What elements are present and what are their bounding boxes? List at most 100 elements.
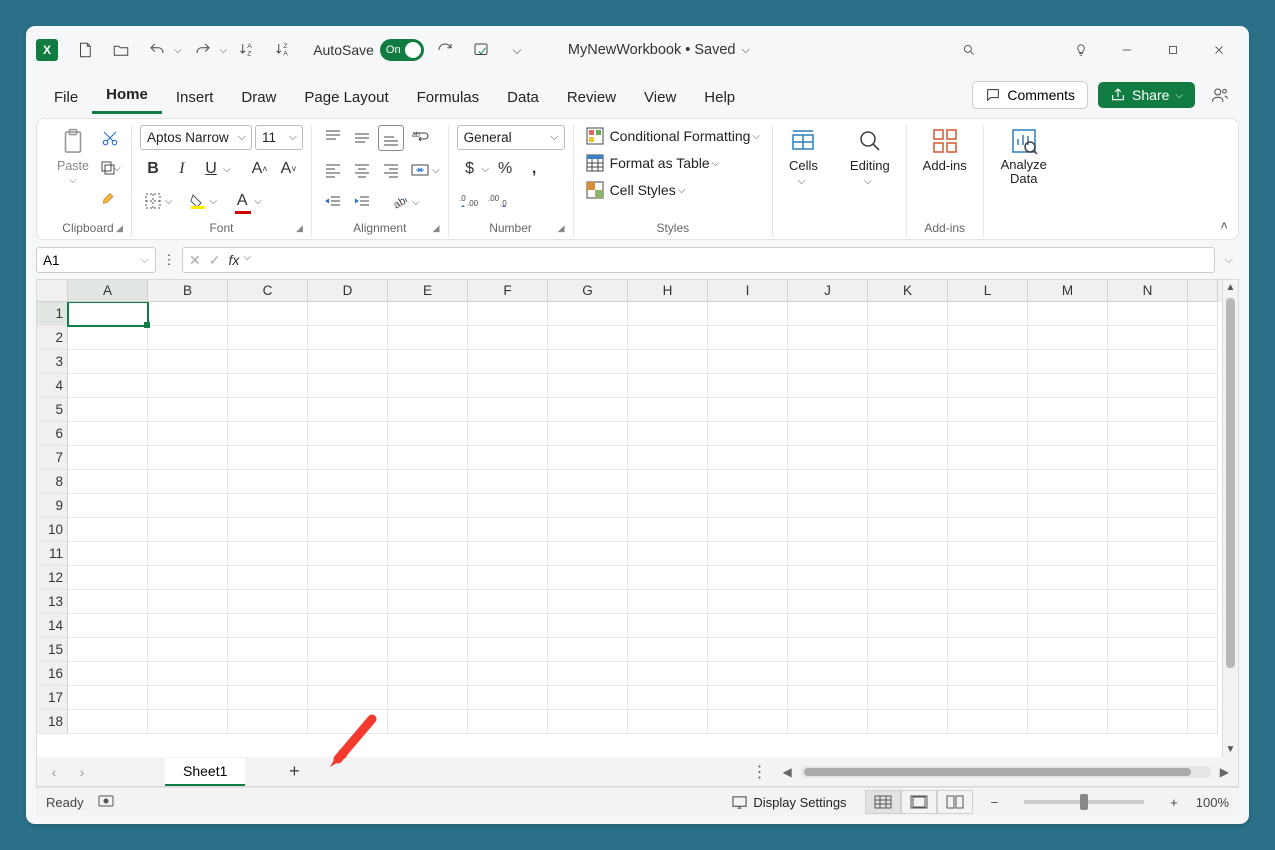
cell[interactable]	[148, 566, 228, 590]
cell[interactable]	[228, 614, 308, 638]
cell[interactable]	[548, 566, 628, 590]
cell[interactable]	[1028, 470, 1108, 494]
cell[interactable]	[308, 686, 388, 710]
cell[interactable]	[308, 614, 388, 638]
sheet-prev-icon[interactable]: ‹	[43, 764, 65, 780]
decrease-indent-icon[interactable]	[320, 189, 346, 215]
cell[interactable]	[548, 350, 628, 374]
cell[interactable]	[228, 662, 308, 686]
formula-input[interactable]: ✕ ✓ fx ⌵	[182, 247, 1215, 273]
cell[interactable]	[148, 326, 228, 350]
cell[interactable]	[148, 374, 228, 398]
cell[interactable]	[788, 422, 868, 446]
cell[interactable]	[788, 542, 868, 566]
font-color-icon[interactable]: A	[229, 188, 255, 214]
cell[interactable]	[308, 638, 388, 662]
align-bottom-icon[interactable]	[378, 125, 404, 151]
borders-icon[interactable]	[140, 188, 166, 214]
scrollbar-thumb[interactable]	[804, 768, 1191, 776]
cell[interactable]	[308, 566, 388, 590]
cell[interactable]	[868, 542, 948, 566]
cell[interactable]	[1188, 374, 1218, 398]
column-header[interactable]: G	[548, 280, 628, 302]
cell[interactable]	[468, 350, 548, 374]
cell[interactable]	[708, 542, 788, 566]
cell[interactable]	[308, 470, 388, 494]
cell[interactable]	[628, 326, 708, 350]
row-header[interactable]: 1	[37, 302, 68, 326]
cell[interactable]	[1028, 590, 1108, 614]
cell[interactable]	[148, 614, 228, 638]
cell[interactable]	[948, 470, 1028, 494]
column-header[interactable]: H	[628, 280, 708, 302]
tab-view[interactable]: View	[630, 81, 690, 114]
share-button[interactable]: Share ⌵	[1098, 82, 1195, 108]
cell[interactable]	[228, 326, 308, 350]
cell[interactable]	[628, 638, 708, 662]
tab-home[interactable]: Home	[92, 78, 162, 114]
cell[interactable]	[148, 350, 228, 374]
align-right-icon[interactable]	[378, 157, 404, 183]
cell[interactable]	[548, 518, 628, 542]
cell[interactable]	[708, 566, 788, 590]
horizontal-scrollbar[interactable]	[801, 766, 1211, 778]
cell[interactable]	[868, 638, 948, 662]
cell[interactable]	[868, 302, 948, 326]
cell[interactable]	[388, 710, 468, 734]
cell[interactable]	[1108, 470, 1188, 494]
cell[interactable]	[788, 326, 868, 350]
cell[interactable]	[1188, 518, 1218, 542]
search-icon[interactable]	[949, 35, 989, 65]
cell[interactable]	[388, 518, 468, 542]
cell[interactable]	[148, 446, 228, 470]
cell[interactable]	[1188, 302, 1218, 326]
cell[interactable]	[948, 350, 1028, 374]
cell[interactable]	[788, 494, 868, 518]
cell[interactable]	[1028, 446, 1108, 470]
cell[interactable]	[308, 710, 388, 734]
cell[interactable]	[788, 566, 868, 590]
cell[interactable]	[468, 590, 548, 614]
redo-dropdown-icon[interactable]: ⌵	[220, 45, 228, 56]
cell[interactable]	[388, 614, 468, 638]
cell[interactable]	[788, 662, 868, 686]
bold-button[interactable]: B	[140, 156, 166, 182]
cell[interactable]	[708, 590, 788, 614]
name-box[interactable]: A1	[36, 247, 156, 273]
cell[interactable]	[548, 446, 628, 470]
cell[interactable]	[708, 494, 788, 518]
align-center-icon[interactable]	[349, 157, 375, 183]
cell[interactable]	[948, 494, 1028, 518]
column-header[interactable]: D	[308, 280, 388, 302]
cell[interactable]	[228, 446, 308, 470]
autosave-toggle[interactable]: AutoSave On	[313, 39, 424, 61]
redo-icon[interactable]	[188, 35, 218, 65]
align-middle-icon[interactable]	[349, 125, 375, 151]
column-header[interactable]: B	[148, 280, 228, 302]
cell[interactable]	[708, 518, 788, 542]
column-header[interactable]: L	[948, 280, 1028, 302]
row-header[interactable]: 14	[37, 614, 68, 638]
hscroll-right-icon[interactable]: ▶	[1217, 765, 1232, 779]
cell[interactable]	[468, 542, 548, 566]
cell[interactable]	[868, 494, 948, 518]
cell[interactable]	[1108, 638, 1188, 662]
cell[interactable]	[148, 302, 228, 326]
cell[interactable]	[68, 374, 148, 398]
macro-record-icon[interactable]	[98, 793, 114, 812]
cell[interactable]	[868, 566, 948, 590]
cell[interactable]	[1188, 398, 1218, 422]
cell[interactable]	[68, 518, 148, 542]
cell[interactable]	[628, 446, 708, 470]
cell[interactable]	[1108, 542, 1188, 566]
row-header[interactable]: 6	[37, 422, 68, 446]
tab-formulas[interactable]: Formulas	[403, 81, 494, 114]
column-header[interactable]: N	[1108, 280, 1188, 302]
column-header[interactable]: E	[388, 280, 468, 302]
cell[interactable]	[1028, 710, 1108, 734]
tab-file[interactable]: File	[40, 81, 92, 114]
cell[interactable]	[228, 398, 308, 422]
scrollbar-thumb[interactable]	[1226, 298, 1235, 668]
cell[interactable]	[948, 422, 1028, 446]
cell[interactable]	[388, 422, 468, 446]
